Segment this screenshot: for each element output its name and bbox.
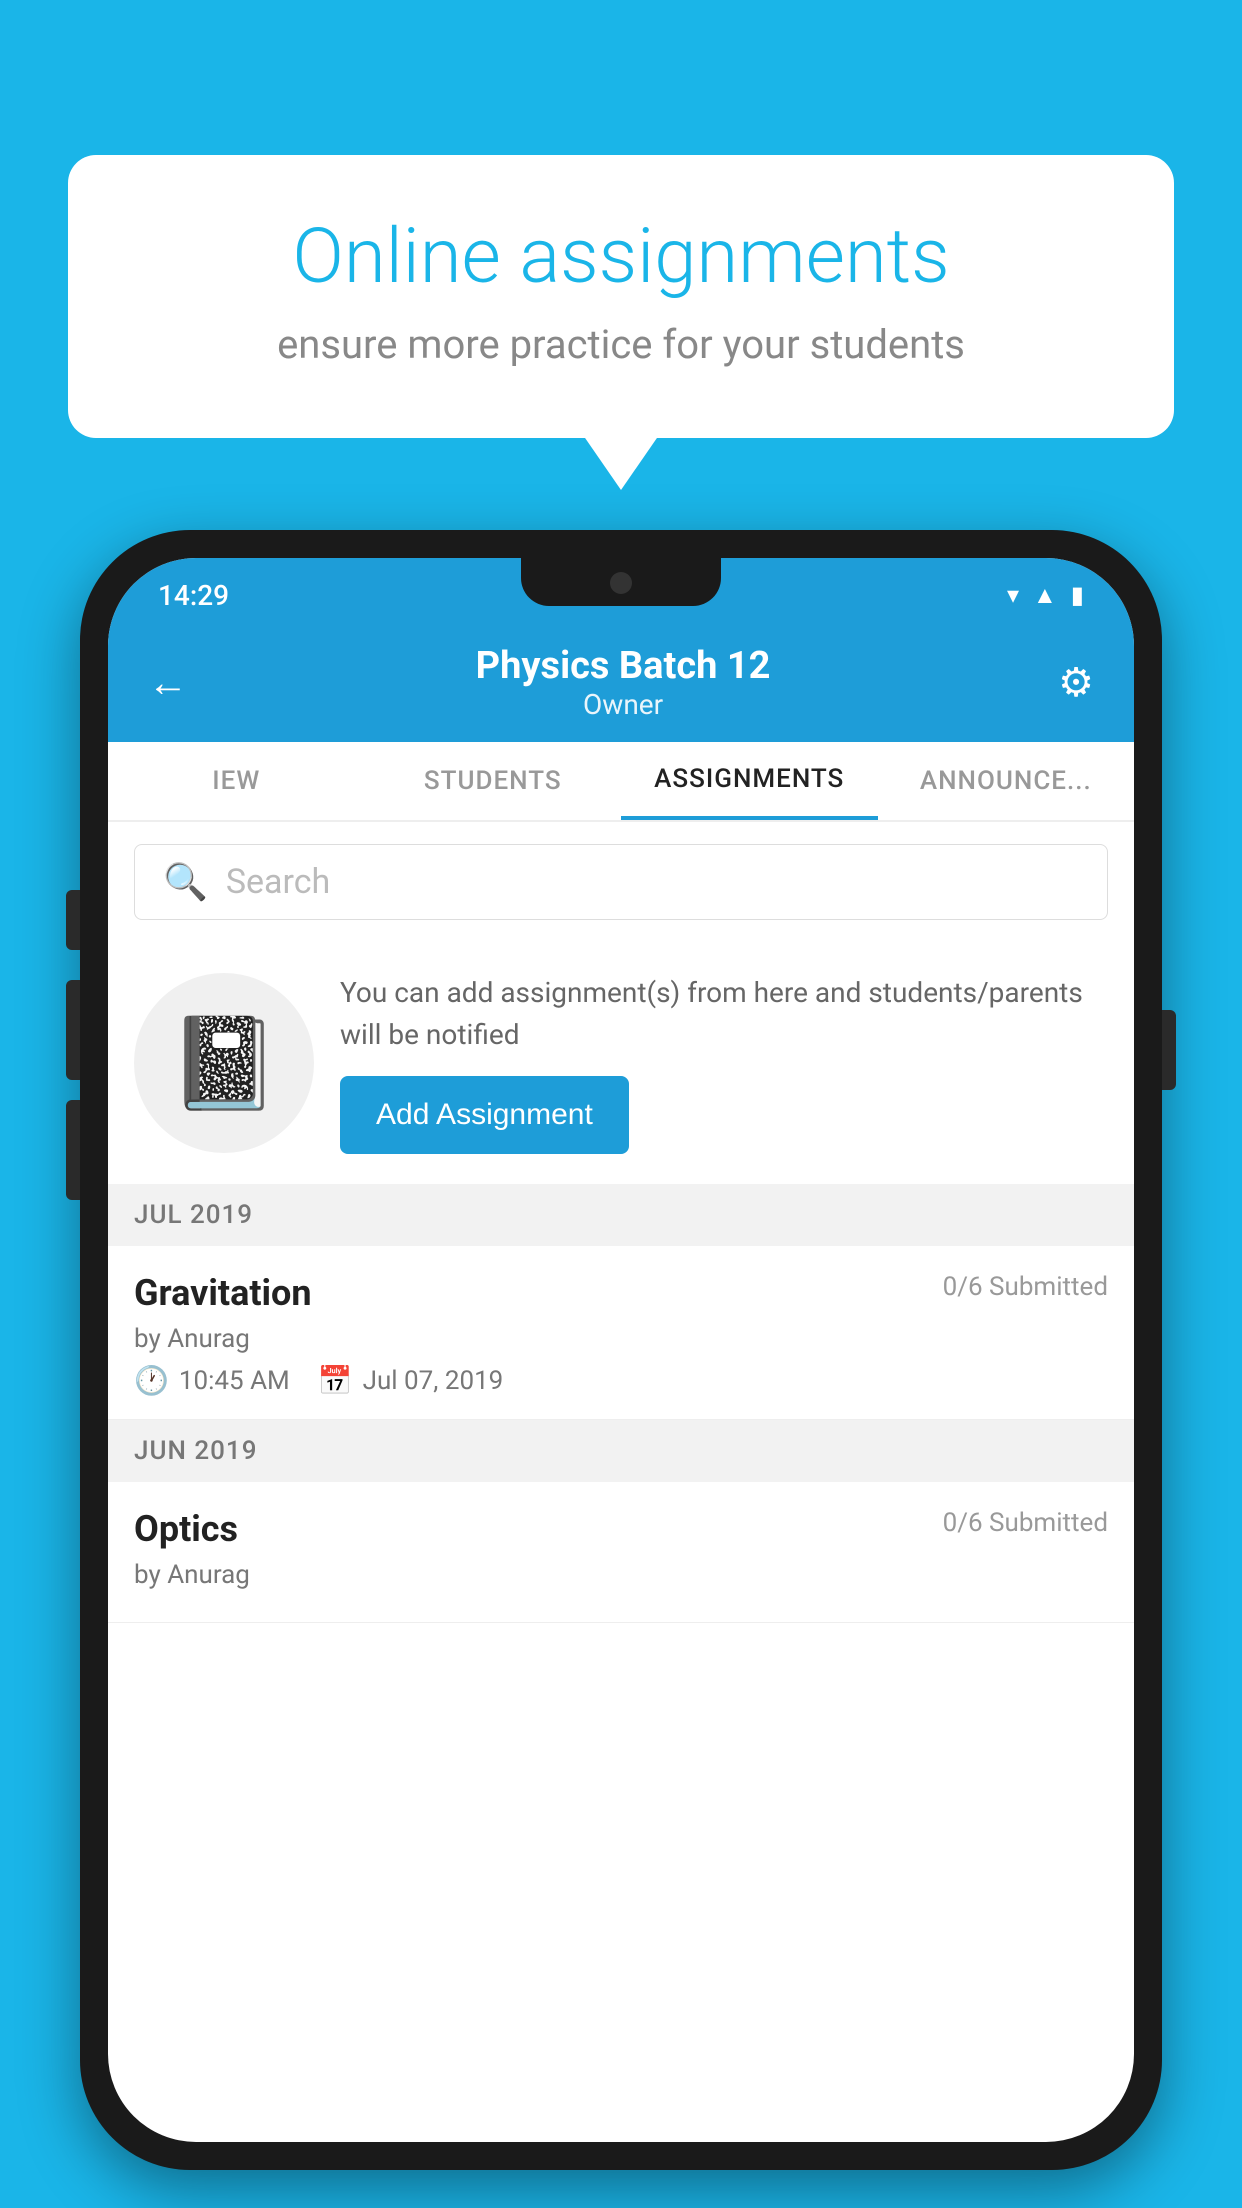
assignment-title: Gravitation: [134, 1272, 312, 1314]
header-title: Physics Batch 12: [476, 644, 771, 688]
search-bar[interactable]: 🔍 Search: [134, 844, 1108, 920]
back-button[interactable]: ←: [148, 659, 188, 706]
optics-title: Optics: [134, 1508, 238, 1550]
signal-icon: ▲: [1033, 581, 1057, 610]
front-camera: [610, 572, 632, 594]
wifi-icon: ▾: [1007, 581, 1019, 609]
volume-down-button: [66, 980, 80, 1080]
content-area: 🔍 Search 📓 You can add assignment(s) fro…: [108, 822, 1134, 1623]
header-title-block: Physics Batch 12 Owner: [476, 644, 771, 721]
promo-right: You can add assignment(s) from here and …: [340, 972, 1108, 1154]
assignment-date: 📅 Jul 07, 2019: [318, 1364, 504, 1397]
assignment-submitted: 0/6 Submitted: [943, 1272, 1108, 1302]
bubble-subtitle: ensure more practice for your students: [148, 321, 1094, 368]
assignment-time-value: 10:45 AM: [179, 1366, 290, 1396]
promo-section: 📓 You can add assignment(s) from here an…: [108, 942, 1134, 1184]
status-time: 14:29: [158, 579, 229, 612]
phone-frame: 14:29 ▾ ▲ ▮ ← Physics Batch 12 Owner ⚙ I…: [80, 530, 1162, 2170]
app-header: ← Physics Batch 12 Owner ⚙: [108, 622, 1134, 742]
assignment-top-optics: Optics 0/6 Submitted: [134, 1508, 1108, 1550]
tab-iew[interactable]: IEW: [108, 742, 365, 820]
status-icons: ▾ ▲ ▮: [1007, 581, 1084, 610]
tab-bar: IEW STUDENTS ASSIGNMENTS ANNOUNCE...: [108, 742, 1134, 822]
add-assignment-button[interactable]: Add Assignment: [340, 1076, 629, 1154]
settings-button[interactable]: ⚙: [1058, 659, 1094, 706]
search-placeholder: Search: [226, 862, 330, 902]
promo-text: You can add assignment(s) from here and …: [340, 972, 1108, 1056]
phone-screen: 14:29 ▾ ▲ ▮ ← Physics Batch 12 Owner ⚙ I…: [108, 558, 1134, 2142]
speech-bubble-container: Online assignments ensure more practice …: [68, 155, 1174, 438]
battery-icon: ▮: [1071, 581, 1084, 609]
search-icon: 🔍: [163, 861, 208, 903]
section-header-jun: JUN 2019: [108, 1420, 1134, 1482]
assignment-time: 🕐 10:45 AM: [134, 1364, 290, 1397]
bubble-title: Online assignments: [148, 215, 1094, 299]
assignment-by: by Anurag: [134, 1324, 1108, 1354]
notch: [521, 558, 721, 606]
assignment-meta: 🕐 10:45 AM 📅 Jul 07, 2019: [134, 1364, 1108, 1397]
calendar-icon: 📅: [318, 1364, 353, 1397]
assignment-icon: 📓: [168, 1011, 280, 1116]
assignment-date-value: Jul 07, 2019: [363, 1366, 504, 1396]
assignment-item-gravitation[interactable]: Gravitation 0/6 Submitted by Anurag 🕐 10…: [108, 1246, 1134, 1420]
header-subtitle: Owner: [476, 688, 771, 721]
tab-announcements[interactable]: ANNOUNCE...: [878, 742, 1135, 820]
power-button: [1162, 1010, 1176, 1090]
silent-button: [66, 1100, 80, 1200]
tab-students[interactable]: STUDENTS: [365, 742, 622, 820]
optics-by: by Anurag: [134, 1560, 1108, 1590]
volume-up-button: [66, 890, 80, 950]
assignment-item-optics[interactable]: Optics 0/6 Submitted by Anurag: [108, 1482, 1134, 1623]
optics-submitted: 0/6 Submitted: [943, 1508, 1108, 1538]
promo-icon-circle: 📓: [134, 973, 314, 1153]
speech-bubble: Online assignments ensure more practice …: [68, 155, 1174, 438]
tab-assignments[interactable]: ASSIGNMENTS: [621, 742, 878, 820]
section-header-jul: JUL 2019: [108, 1184, 1134, 1246]
assignment-top: Gravitation 0/6 Submitted: [134, 1272, 1108, 1314]
clock-icon: 🕐: [134, 1364, 169, 1397]
